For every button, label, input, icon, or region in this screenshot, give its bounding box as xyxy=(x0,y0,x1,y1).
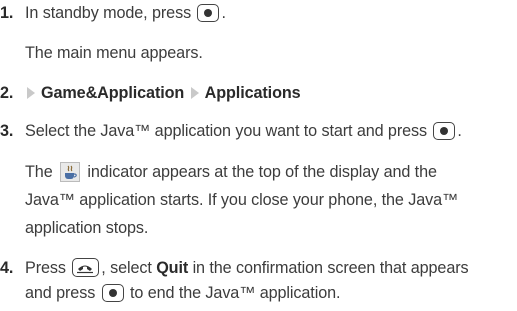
center-key-icon xyxy=(433,121,456,140)
center-key-icon xyxy=(101,283,124,302)
quit-label: Quit xyxy=(156,259,189,277)
step-number: 1. xyxy=(0,4,14,22)
center-key-icon xyxy=(197,3,220,22)
step-text: In standby mode, press xyxy=(25,4,192,22)
end-key-icon xyxy=(72,258,100,278)
step-number: 3. xyxy=(0,122,14,140)
java-indicator-icon xyxy=(60,161,80,182)
menu-arrow-icon xyxy=(190,86,199,99)
menu-item-applications: Applications xyxy=(204,84,301,102)
step-number: 2. xyxy=(0,84,14,102)
menu-item-game-application: Game&Application xyxy=(41,84,185,102)
step-number: 4. xyxy=(0,259,14,277)
step-text: Select the Java™ application you want to… xyxy=(25,122,428,140)
menu-arrow-icon xyxy=(27,86,35,99)
